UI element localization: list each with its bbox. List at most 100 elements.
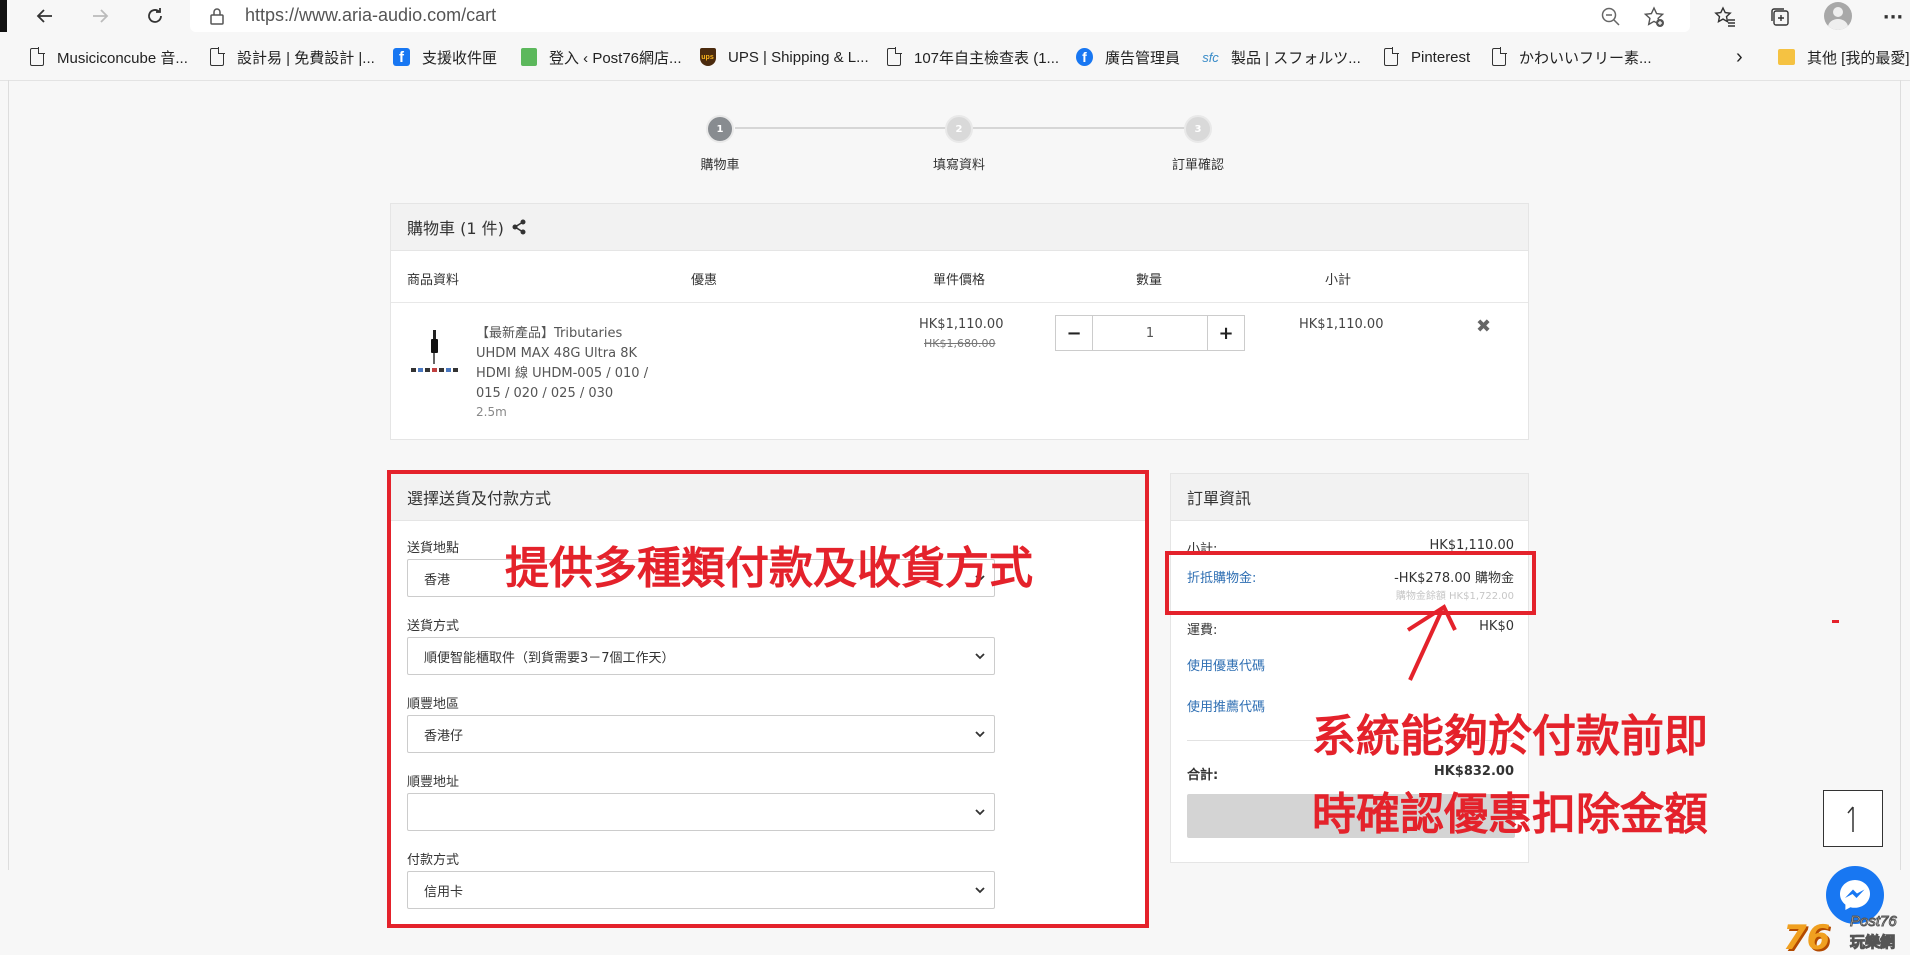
other-bookmarks[interactable]: 其他 [我的最愛] xyxy=(1778,46,1910,68)
summary-title: 訂單資訊 xyxy=(1187,489,1252,508)
bookmark-item[interactable]: Musiciconcube 音... xyxy=(28,46,188,68)
shipping-label: 運費: xyxy=(1187,623,1218,638)
total-label: 合計: xyxy=(1187,768,1219,783)
product-variant: 2.5m xyxy=(476,405,507,419)
remove-item-icon[interactable]: ✖ xyxy=(1476,316,1491,337)
product-name[interactable]: 【最新產品】Tributaries UHDM MAX 48G Ultra 8K … xyxy=(476,324,651,404)
bookmark-label: 廣告管理員 xyxy=(1105,49,1181,67)
browser-toolbar: https://www.aria-audio.com/cart ··· xyxy=(0,0,1910,32)
annotation-box-credit xyxy=(1165,551,1536,615)
scroll-to-top-button[interactable] xyxy=(1823,790,1883,847)
favorites-icon[interactable] xyxy=(1712,4,1738,30)
bookmark-item[interactable]: 設計易 | 免費設計 |... xyxy=(208,46,375,68)
annotation-mark xyxy=(1832,620,1839,623)
address-bar[interactable]: https://www.aria-audio.com/cart xyxy=(190,0,1690,32)
increase-qty-button[interactable]: + xyxy=(1208,316,1244,350)
share-icon[interactable] xyxy=(511,219,527,235)
bookmark-item[interactable]: f 支援收件匣 xyxy=(393,46,497,68)
col-offer: 優惠 xyxy=(691,273,718,288)
bookmark-label: UPS | Shipping & L... xyxy=(728,48,869,66)
bookmark-label: 107年自主檢查表 (1... xyxy=(914,49,1060,67)
unit-price: HK$1,110.00 xyxy=(919,317,1004,332)
summary-header: 訂單資訊 xyxy=(1171,474,1528,521)
browser-chrome: https://www.aria-audio.com/cart ··· Musi… xyxy=(0,0,1910,82)
cart-header: 購物車 (1 件) xyxy=(391,204,1528,251)
add-favorite-icon[interactable] xyxy=(1643,6,1665,28)
total-value: HK$832.00 xyxy=(1433,764,1514,779)
bookmark-label: 其他 [我的最愛] xyxy=(1807,49,1910,67)
shipping-value: HK$0 xyxy=(1479,619,1514,634)
document-icon xyxy=(209,47,225,66)
cart-title: 購物車 (1 件) xyxy=(407,219,504,238)
quantity-stepper: − 1 + xyxy=(1055,315,1245,351)
bookmark-label: 登入 ‹ Post76網店... xyxy=(549,49,682,67)
step-3-label: 訂單確認 xyxy=(1171,158,1224,173)
lock-icon[interactable] xyxy=(208,7,226,25)
bookmark-label: 製品 | スフォルツ... xyxy=(1231,49,1361,67)
bookmark-item[interactable]: 登入 ‹ Post76網店... xyxy=(520,46,682,68)
bookmark-label: Musiciconcube 音... xyxy=(57,49,188,67)
annotation-right-line2: 時確認優惠扣除金額 xyxy=(1312,789,1708,840)
coupon-code-link[interactable]: 使用優惠代碼 xyxy=(1187,655,1265,674)
document-icon xyxy=(886,47,902,66)
item-subtotal: HK$1,110.00 xyxy=(1299,317,1384,332)
step-2-dot: 2 xyxy=(945,115,973,143)
more-menu-icon[interactable]: ··· xyxy=(1880,4,1906,30)
product-image[interactable] xyxy=(409,330,461,380)
annotation-arrow xyxy=(1406,604,1457,681)
step-connector xyxy=(973,127,1197,129)
bookmark-item[interactable]: 107年自主檢查表 (1... xyxy=(885,46,1059,68)
bookmark-item[interactable]: かわいいフリー素... xyxy=(1490,46,1652,68)
post76-icon xyxy=(520,48,537,66)
bookmark-label: 支援收件匣 xyxy=(422,49,498,67)
messenger-icon xyxy=(1840,880,1870,910)
cart-column-headers: 商品資料 優惠 單件價格 數量 小計 xyxy=(391,251,1528,303)
bookmark-label: Pinterest xyxy=(1411,48,1471,66)
step-2-label: 填寫資料 xyxy=(932,158,985,173)
refresh-icon[interactable] xyxy=(140,2,170,30)
page-right-border xyxy=(1900,80,1901,870)
ups-icon: ups xyxy=(699,48,716,66)
document-icon xyxy=(1383,47,1399,66)
bookmarks-bar: Musiciconcube 音... 設計易 | 免費設計 |... f 支援收件… xyxy=(0,42,1910,72)
annotation-left-text: 提供多種類付款及收貨方式 xyxy=(505,543,1033,594)
decrease-qty-button[interactable]: − xyxy=(1056,316,1092,350)
step-1-dot: 1 xyxy=(706,115,734,143)
watermark-number: 76 xyxy=(1783,918,1831,955)
bookmark-label: かわいいフリー素... xyxy=(1519,49,1652,67)
forward-icon[interactable] xyxy=(85,2,115,30)
bookmark-item[interactable]: f 廣告管理員 xyxy=(1076,46,1180,68)
zoom-out-icon[interactable] xyxy=(1600,6,1622,28)
sfc-icon: sfc xyxy=(1202,49,1219,65)
quantity-input[interactable]: 1 xyxy=(1092,316,1208,350)
profile-avatar[interactable] xyxy=(1824,2,1852,30)
bookmark-label: 設計易 | 免費設計 |... xyxy=(237,49,375,67)
watermark-brand: Post76 xyxy=(1850,913,1898,931)
chevron-right-icon[interactable]: › xyxy=(1736,46,1743,68)
step-1-label: 購物車 xyxy=(700,158,740,173)
facebook-icon: f xyxy=(1076,48,1093,66)
col-subtotal: 小計 xyxy=(1325,273,1352,288)
page-left-border xyxy=(8,80,9,870)
step-3-dot: 3 xyxy=(1184,115,1212,143)
bookmark-item[interactable]: ups UPS | Shipping & L... xyxy=(699,46,869,68)
annotation-right-line1: 系統能夠於付款前即 xyxy=(1312,711,1708,762)
col-unit-price: 單件價格 xyxy=(933,273,986,288)
url-text[interactable]: https://www.aria-audio.com/cart xyxy=(245,5,496,26)
chrome-divider xyxy=(0,80,1910,81)
col-product: 商品資料 xyxy=(407,273,460,288)
document-icon xyxy=(29,47,45,66)
document-icon xyxy=(1491,47,1507,66)
watermark-zh: 玩樂網 xyxy=(1849,933,1896,952)
back-icon[interactable] xyxy=(30,2,60,30)
original-price: HK$1,680.00 xyxy=(924,337,996,350)
col-qty: 數量 xyxy=(1136,273,1163,288)
facebook-icon: f xyxy=(393,48,410,66)
bookmark-item[interactable]: Pinterest xyxy=(1382,46,1470,68)
bookmark-item[interactable]: sfc 製品 | スフォルツ... xyxy=(1202,46,1361,68)
checkout-steps: 1 2 3 購物車 填寫資料 訂單確認 xyxy=(0,108,1910,178)
arrow-up-icon xyxy=(1847,806,1854,832)
referral-code-link[interactable]: 使用推薦代碼 xyxy=(1187,696,1265,715)
cart-panel: 購物車 (1 件) 商品資料 優惠 單件價格 數量 小計 【最新產品】Tribu… xyxy=(390,203,1529,440)
collections-icon[interactable] xyxy=(1767,4,1793,30)
